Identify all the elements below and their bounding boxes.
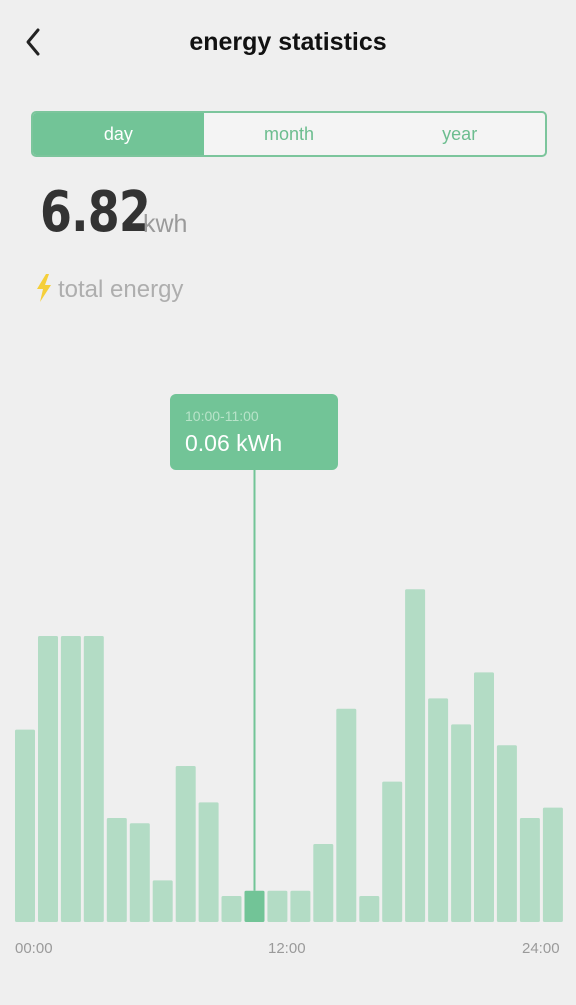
chart-bar[interactable] xyxy=(15,729,35,922)
chart-bar[interactable] xyxy=(267,890,288,922)
chart-bar[interactable] xyxy=(83,636,104,922)
chart-bar[interactable] xyxy=(519,818,540,922)
chart-bar[interactable] xyxy=(198,802,219,922)
chart-bar[interactable] xyxy=(290,890,311,922)
tab-day[interactable]: day xyxy=(33,113,204,155)
period-tabs: day month year xyxy=(31,111,547,157)
x-tick-label: 24:00 xyxy=(522,940,560,957)
chart-bar[interactable] xyxy=(152,880,173,922)
tab-year[interactable]: year xyxy=(374,113,545,155)
lightning-bolt-icon xyxy=(37,274,51,302)
chart-bar[interactable] xyxy=(175,766,196,922)
page-title: energy statistics xyxy=(189,28,387,56)
chart-bar[interactable] xyxy=(428,698,449,922)
chart-bar[interactable] xyxy=(336,708,357,922)
header: energy statistics xyxy=(0,0,576,90)
x-tick-label: 00:00 xyxy=(15,940,53,957)
chart-bar[interactable] xyxy=(313,844,334,922)
tab-month[interactable]: month xyxy=(204,113,375,155)
chart-bar[interactable] xyxy=(405,589,426,922)
x-tick-label: 12:00 xyxy=(268,940,306,957)
chart-bar-selected[interactable] xyxy=(244,890,265,922)
total-energy-unit: kwh xyxy=(143,210,188,238)
chart-bar[interactable] xyxy=(474,672,494,922)
chart-tooltip: 10:00-11:00 0.06 kWh xyxy=(170,394,338,470)
chart-bar[interactable] xyxy=(496,745,517,922)
total-energy-label: total energy xyxy=(58,276,184,303)
chart-bar[interactable] xyxy=(382,781,403,922)
chart-bar[interactable] xyxy=(38,636,58,922)
tooltip-value: 0.06 kWh xyxy=(185,430,283,456)
chart-bar[interactable] xyxy=(359,896,380,922)
energy-bar-chart xyxy=(15,470,563,922)
chart-bar[interactable] xyxy=(451,724,472,922)
chart-bar[interactable] xyxy=(542,807,563,922)
chart-bar[interactable] xyxy=(60,636,81,922)
chart-bar[interactable] xyxy=(106,818,127,922)
chart-bar[interactable] xyxy=(129,823,150,922)
total-energy-value: 6.82 xyxy=(40,180,151,245)
tooltip-time-range: 10:00-11:00 xyxy=(185,408,259,424)
chart-bar[interactable] xyxy=(221,896,242,922)
